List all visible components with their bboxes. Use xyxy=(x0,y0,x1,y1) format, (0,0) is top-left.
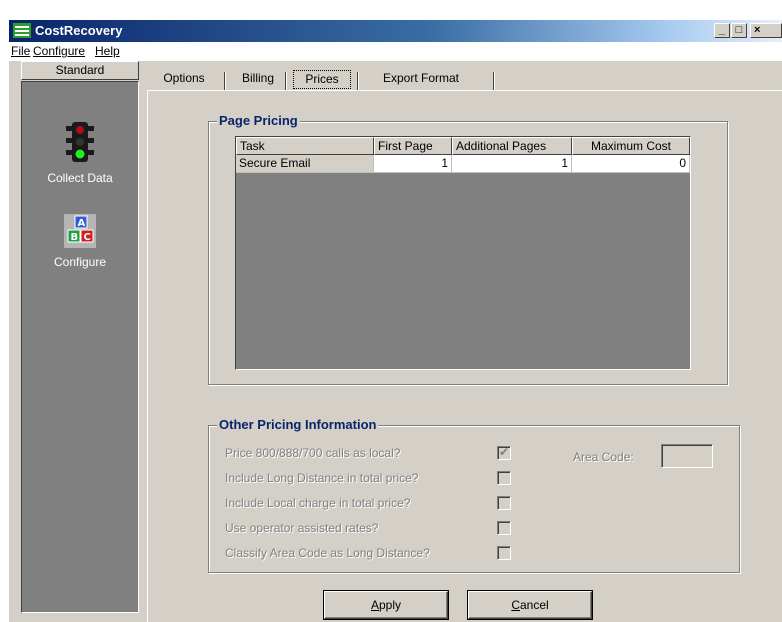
cancel-label: ancel xyxy=(519,598,549,612)
option-label-operator-assisted: Use operator assisted rates? xyxy=(225,521,379,535)
cancel-button[interactable]: Cancel xyxy=(468,591,592,619)
abc-blocks-icon: A B C xyxy=(64,214,96,248)
cell-first-page[interactable]: 1 xyxy=(374,155,452,173)
sidebar-item-collect-data[interactable]: Collect Data xyxy=(22,120,138,185)
checkbox-operator-assisted[interactable] xyxy=(497,521,511,535)
tab-options[interactable]: Options xyxy=(154,68,214,90)
window-title: CostRecovery xyxy=(35,23,123,38)
option-label-area-code-long-distance: Classify Area Code as Long Distance? xyxy=(225,546,430,560)
sidebar-header[interactable]: Standard xyxy=(21,61,139,80)
table-row[interactable]: Secure Email 1 1 0 xyxy=(236,155,690,173)
cell-additional-pages[interactable]: 1 xyxy=(452,155,572,173)
checkbox-include-long-distance[interactable] xyxy=(497,471,511,485)
sidebar: Collect Data A B C Configure xyxy=(21,81,139,613)
tab-separator xyxy=(357,72,359,90)
app-icon xyxy=(13,23,31,38)
traffic-light-icon xyxy=(66,122,94,162)
option-label-toll-free-local: Price 800/888/700 calls as local? xyxy=(225,446,401,460)
page-pricing-title: Page Pricing xyxy=(217,113,300,129)
pricing-grid[interactable]: Task First Page Additional Pages Maximum… xyxy=(235,136,691,370)
apply-label: pply xyxy=(379,598,402,612)
option-label-include-long-distance: Include Long Distance in total price? xyxy=(225,471,419,485)
tab-separator xyxy=(285,72,287,90)
menu-configure[interactable]: Configure xyxy=(33,44,85,58)
checkbox-area-code-long-distance[interactable] xyxy=(497,546,511,560)
svg-text:A: A xyxy=(78,218,86,229)
column-task[interactable]: Task xyxy=(236,137,374,155)
checkbox-toll-free-local[interactable]: ✔ xyxy=(497,445,511,460)
sidebar-item-configure[interactable]: A B C Configure xyxy=(22,214,138,269)
svg-text:B: B xyxy=(71,232,79,243)
prices-panel: Page Pricing Task First Page Additional … xyxy=(147,90,782,622)
title-bar[interactable]: CostRecovery _ □ × xyxy=(9,20,782,42)
menu-file-label: File xyxy=(11,44,31,58)
minimize-button[interactable]: _ xyxy=(714,23,730,38)
cell-task[interactable]: Secure Email xyxy=(236,155,374,173)
sidebar-item-configure-label: Configure xyxy=(53,255,107,269)
tab-separator xyxy=(493,72,495,90)
tab-billing[interactable]: Billing xyxy=(233,68,283,90)
apply-button[interactable]: Apply xyxy=(324,591,448,619)
other-pricing-group: Other Pricing Information Price 800/888/… xyxy=(208,417,740,573)
column-maximum-cost[interactable]: Maximum Cost xyxy=(572,137,690,155)
page-pricing-group: Page Pricing Task First Page Additional … xyxy=(208,113,728,385)
area-code-label: Area Code: xyxy=(573,450,634,464)
apply-accel: A xyxy=(370,598,379,612)
menu-configure-label: Configure xyxy=(33,44,86,58)
checkmark-icon: ✔ xyxy=(499,445,510,459)
svg-text:C: C xyxy=(84,232,91,243)
sidebar-item-collect-data-label: Collect Data xyxy=(47,171,113,185)
option-label-include-local-charge: Include Local charge in total price? xyxy=(225,496,411,510)
area-code-input[interactable] xyxy=(661,444,713,468)
menu-bar: File Configure Help xyxy=(9,42,782,61)
menu-file[interactable]: File xyxy=(11,44,30,58)
menu-help-label: Help xyxy=(95,44,120,58)
tab-prices[interactable]: Prices xyxy=(292,69,352,90)
tab-export-format[interactable]: Export Format xyxy=(369,68,473,90)
maximize-button[interactable]: □ xyxy=(731,23,747,38)
cell-maximum-cost[interactable]: 0 xyxy=(572,155,690,173)
tab-separator xyxy=(224,72,226,90)
other-pricing-title: Other Pricing Information xyxy=(217,417,379,433)
grid-header: Task First Page Additional Pages Maximum… xyxy=(236,137,690,155)
app-window: CostRecovery _ □ × File Configure Help S… xyxy=(9,20,782,622)
checkbox-include-local-charge[interactable] xyxy=(497,496,511,510)
cancel-accel: C xyxy=(511,598,520,612)
close-button[interactable]: × xyxy=(750,23,782,38)
menu-help[interactable]: Help xyxy=(95,44,120,58)
column-first-page[interactable]: First Page xyxy=(374,137,452,155)
column-additional-pages[interactable]: Additional Pages xyxy=(452,137,572,155)
